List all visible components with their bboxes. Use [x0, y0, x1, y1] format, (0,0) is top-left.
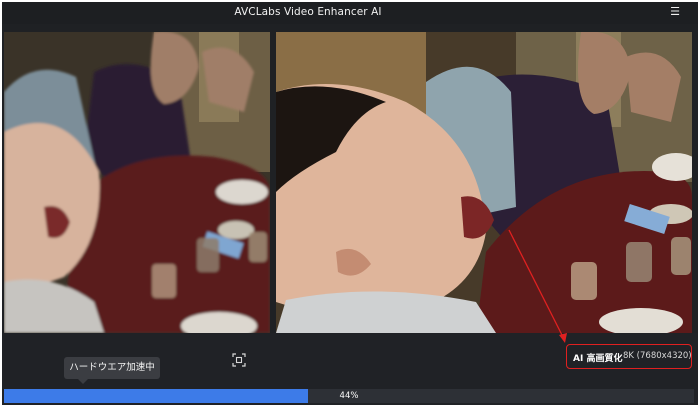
enhanced-preview: [276, 32, 692, 333]
app-window: AVCLabs Video Enhancer AI ☰ ハードウエア加速中 AI…: [2, 2, 698, 405]
app-title: AVCLabs Video Enhancer AI: [234, 6, 382, 18]
progress-percent-text: 44%: [339, 391, 359, 401]
compare-frame-icon[interactable]: [232, 352, 246, 367]
progress-bar: 44%: [4, 389, 694, 403]
ai-resolution-value: 8K (7680x4320): [623, 351, 692, 361]
bottom-panel: ハードウエア加速中 AI 高画質化 8K (7680x4320) 44%: [2, 333, 698, 405]
hamburger-menu-icon[interactable]: ☰: [668, 5, 682, 19]
tooltip-arrow: [78, 379, 88, 384]
original-preview: [4, 32, 270, 333]
hardware-acceleration-tooltip: ハードウエア加速中: [64, 357, 160, 379]
ai-enhance-label: AI 高画質化: [573, 354, 623, 364]
title-bar: AVCLabs Video Enhancer AI ☰: [2, 2, 698, 24]
